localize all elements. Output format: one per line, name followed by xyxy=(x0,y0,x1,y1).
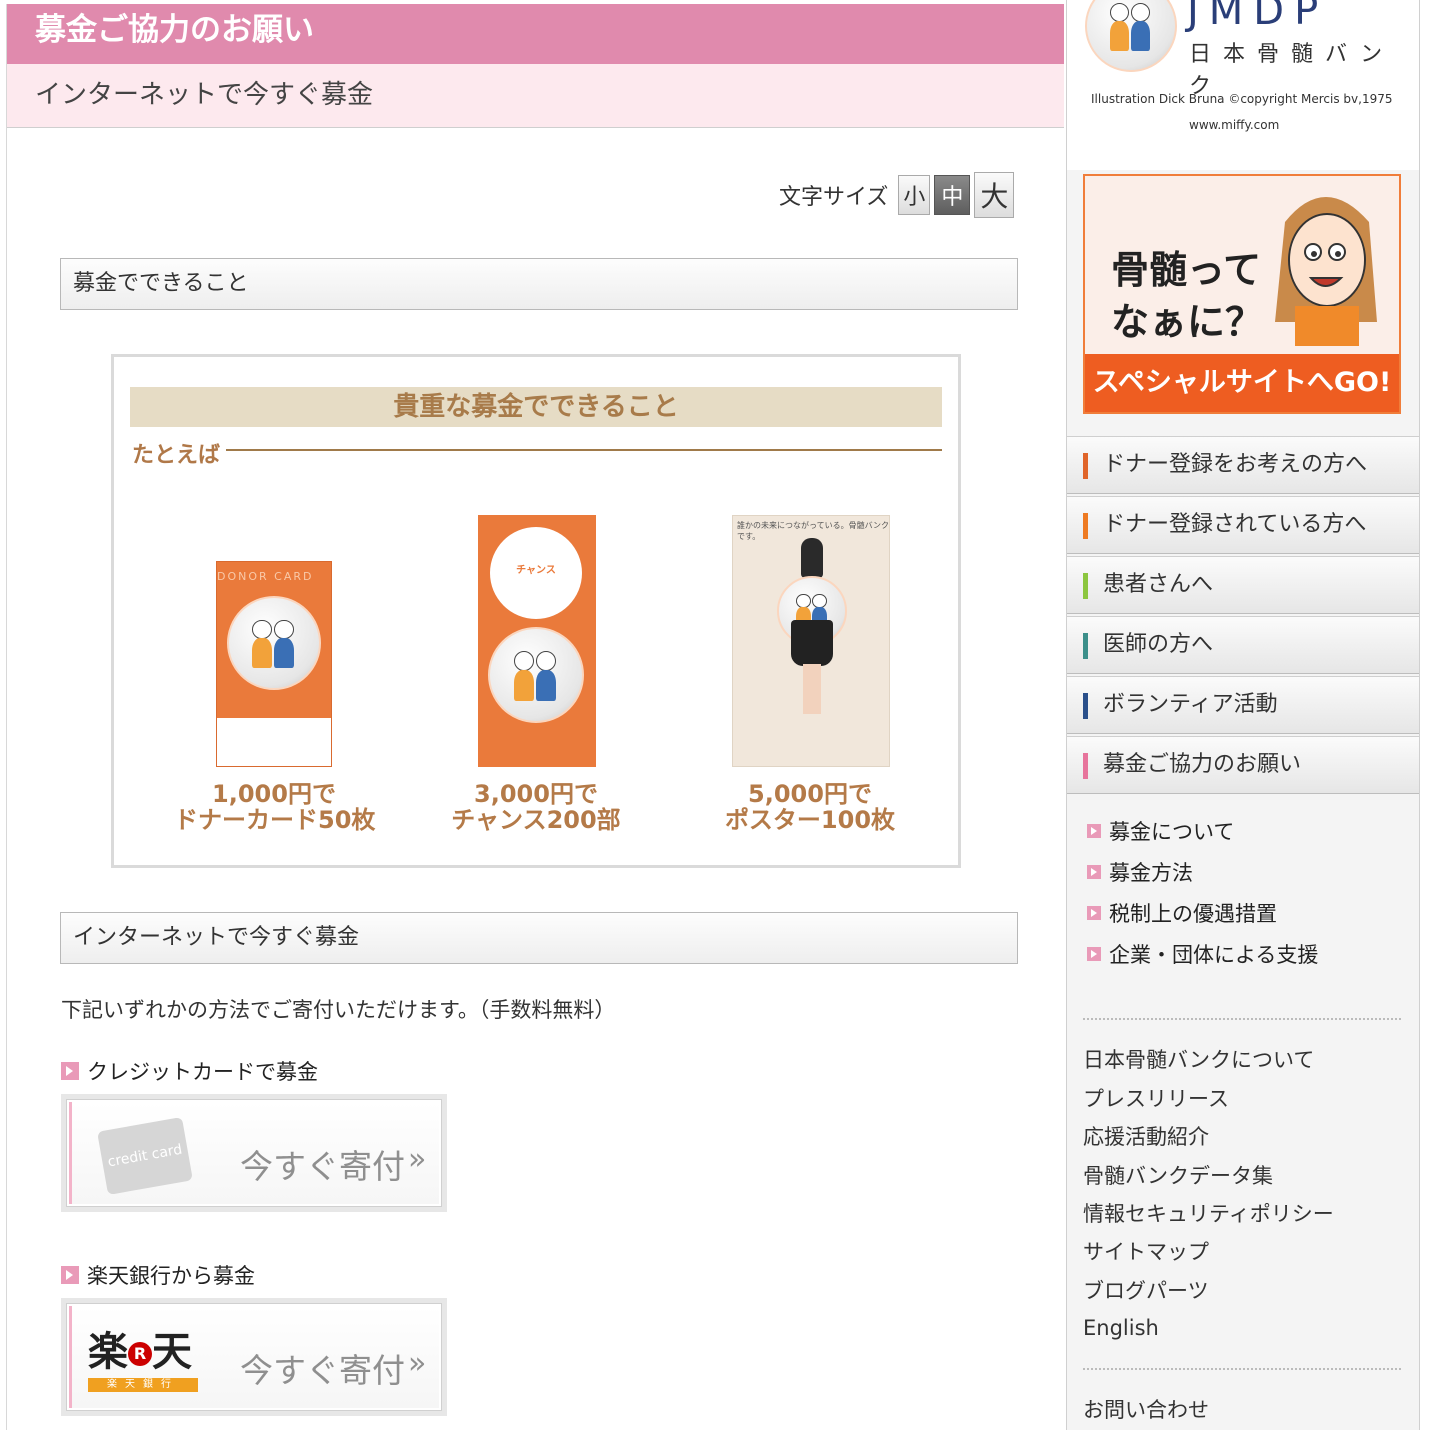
nav-patients[interactable]: 患者さんへ xyxy=(1067,556,1419,614)
rakuten-donate-button[interactable]: 楽R天 楽天銀行 今すぐ寄付 » xyxy=(61,1298,447,1416)
special-site-go-label: スペシャルサイトへGO! xyxy=(1085,354,1399,412)
main-content: 募金ご協力のお願い インターネットで今すぐ募金 文字サイズ 小 中 大 募金でで… xyxy=(6,4,1064,1430)
donor-card-top-text: DONOR CARD xyxy=(217,570,314,583)
nav-donation-request[interactable]: 募金ご協力のお願い xyxy=(1067,736,1419,794)
sublink-donation-methods[interactable]: 募金方法 xyxy=(1087,857,1193,887)
miffy-illustration xyxy=(227,596,321,690)
footer-link-security-policy[interactable]: 情報セキュリティポリシー xyxy=(1083,1198,1334,1228)
special-site-banner[interactable]: 骨髄って なぁに？ スペシャルサイトへGO! xyxy=(1083,174,1401,414)
divider xyxy=(1083,1368,1401,1370)
donor-card-image: DONOR CARD xyxy=(216,561,332,767)
section-heading-what-donations-do: 募金でできること xyxy=(60,258,1018,310)
footer-link-data[interactable]: 骨髄バンクデータ集 xyxy=(1083,1160,1273,1190)
font-size-switcher: 文字サイズ 小 中 大 xyxy=(779,172,1015,218)
sublink-about-donation[interactable]: 募金について xyxy=(1087,816,1234,846)
impact-item-1000: 1,000円で ドナーカード50枚 xyxy=(174,780,376,834)
miffy-url: www.miffy.com xyxy=(1189,118,1280,132)
nav-marker xyxy=(1083,573,1088,599)
impact-banner: 貴重な募金でできること xyxy=(130,387,942,427)
pamphlet-title: チャンス xyxy=(490,527,582,619)
double-chevron-right-icon: » xyxy=(408,1346,427,1381)
font-size-small-button[interactable]: 小 xyxy=(898,175,931,215)
impact-amount: 3,000円で xyxy=(474,780,598,808)
font-size-large-button[interactable]: 大 xyxy=(974,172,1015,218)
nav-marker xyxy=(1083,633,1088,659)
donate-now-label: 今すぐ寄付 xyxy=(240,1147,405,1186)
section-heading-donate-online: インターネットで今すぐ募金 xyxy=(60,912,1018,964)
sublink-tax-benefits[interactable]: 税制上の優遇措置 xyxy=(1087,898,1277,928)
rakuten-bank-logo: 楽R天 楽天銀行 xyxy=(88,1332,198,1394)
impact-result: ドナーカード50枚 xyxy=(174,806,376,834)
jmdp-name: 日本骨髄バンク xyxy=(1189,42,1395,99)
arrow-right-icon xyxy=(1087,824,1101,838)
special-banner-question: 骨髄って なぁに？ xyxy=(1111,248,1264,344)
arrow-right-icon xyxy=(61,1062,79,1080)
nav-donor-considering[interactable]: ドナー登録をお考えの方へ xyxy=(1067,436,1419,494)
font-size-label: 文字サイズ xyxy=(779,185,889,210)
jmdp-logo: JMDP xyxy=(1187,0,1329,34)
nav-marker xyxy=(1083,453,1088,479)
sidebar: JMDP 日本骨髄バンク Illustration Dick Bruna ©co… xyxy=(1066,0,1420,1430)
footer-link-english[interactable]: English xyxy=(1083,1316,1159,1340)
miffy-logo-icon xyxy=(1085,0,1177,72)
credit-card-heading: クレジットカードで募金 xyxy=(61,1056,318,1086)
impact-item-5000: 5,000円で ポスター100枚 xyxy=(710,781,910,833)
nav-marker xyxy=(1083,753,1088,779)
footer-link-press[interactable]: プレスリリース xyxy=(1083,1083,1229,1113)
donation-impact-figure: 貴重な募金でできること たとえば DONOR CARD 1,000円で ドナーカ… xyxy=(111,354,961,868)
donate-now-label: 今すぐ寄付 xyxy=(240,1351,405,1390)
rakuten-heading: 楽天銀行から募金 xyxy=(61,1260,255,1290)
girl-illustration-icon xyxy=(1275,197,1377,346)
credit-card-icon: credit card xyxy=(97,1117,193,1195)
credit-card-donate-button[interactable]: credit card 今すぐ寄付 » xyxy=(61,1094,447,1212)
page-title: 募金ご協力のお願い xyxy=(7,4,1064,64)
font-size-medium-button[interactable]: 中 xyxy=(934,175,971,215)
page-subtitle: インターネットで今すぐ募金 xyxy=(7,64,1064,128)
arrow-right-icon xyxy=(1087,947,1101,961)
illustration-credit: Illustration Dick Bruna ©copyright Merci… xyxy=(1091,92,1393,106)
contact-link[interactable]: お問い合わせ xyxy=(1083,1394,1209,1424)
credit-card-heading-label: クレジットカードで募金 xyxy=(87,1060,318,1084)
jmdp-logo-area[interactable]: JMDP 日本骨髄バンク Illustration Dick Bruna ©co… xyxy=(1067,0,1419,170)
impact-amount: 5,000円で xyxy=(748,780,872,808)
arrow-right-icon xyxy=(61,1266,79,1284)
arrow-right-icon xyxy=(1087,906,1101,920)
footer-link-blog-parts[interactable]: ブログパーツ xyxy=(1083,1275,1209,1305)
footer-link-sitemap[interactable]: サイトマップ xyxy=(1083,1236,1209,1266)
example-label: たとえば xyxy=(132,443,221,468)
double-chevron-right-icon: » xyxy=(408,1142,427,1177)
chance-pamphlet-image: チャンス xyxy=(478,515,596,767)
poster-image: 誰かの未来につながっている。骨髄バンクです。 xyxy=(732,515,890,767)
sublink-corporate-support[interactable]: 企業・団体による支援 xyxy=(1087,939,1318,969)
miffy-illustration xyxy=(488,627,584,723)
nav-donor-registered[interactable]: ドナー登録されている方へ xyxy=(1067,496,1419,554)
arrow-right-icon xyxy=(1087,865,1101,879)
footer-link-about[interactable]: 日本骨髄バンクについて xyxy=(1083,1044,1314,1074)
divider xyxy=(1083,1018,1401,1020)
impact-result: ポスター100枚 xyxy=(724,806,896,834)
donation-intro-text: 下記いずれかの方法でご寄付いただけます。（手数料無料） xyxy=(61,998,616,1022)
divider xyxy=(226,449,942,451)
nav-marker xyxy=(1083,513,1088,539)
rakuten-heading-label: 楽天銀行から募金 xyxy=(87,1264,255,1288)
nav-doctors[interactable]: 医師の方へ xyxy=(1067,616,1419,674)
impact-result: チャンス200部 xyxy=(451,806,621,834)
nav-marker xyxy=(1083,693,1088,719)
footer-link-support-activities[interactable]: 応援活動紹介 xyxy=(1083,1121,1209,1151)
nav-volunteer[interactable]: ボランティア活動 xyxy=(1067,676,1419,734)
impact-item-3000: 3,000円で チャンス200部 xyxy=(436,781,636,833)
impact-amount: 1,000円で xyxy=(212,780,336,808)
